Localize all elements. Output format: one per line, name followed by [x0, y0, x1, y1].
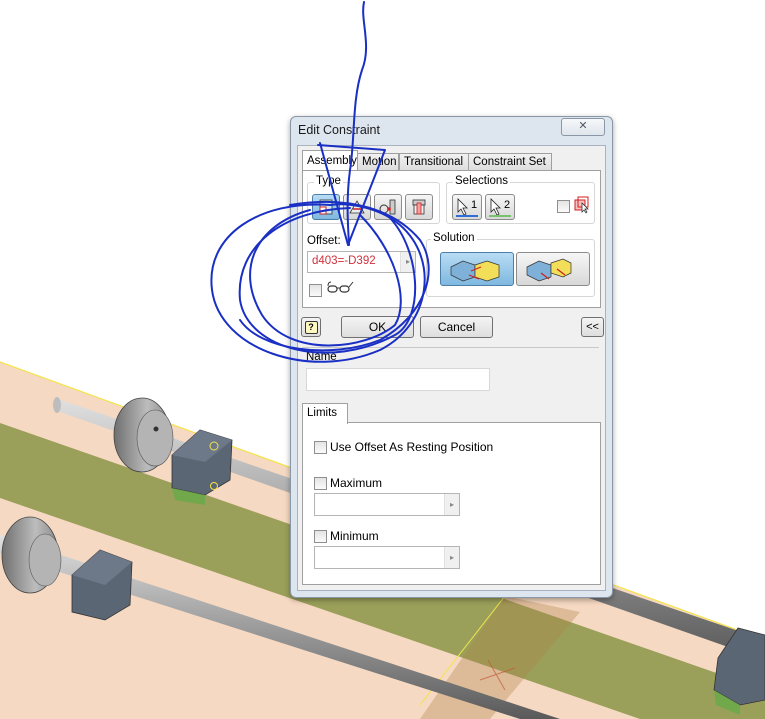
cancel-button[interactable]: Cancel — [420, 316, 493, 338]
collapse-more-button[interactable]: << — [581, 317, 604, 337]
selection-2-button[interactable]: 2 — [485, 194, 515, 220]
offset-input[interactable]: d403=-D392 ▸ — [307, 251, 416, 273]
flush-solution-icon — [526, 258, 572, 282]
insert-type-button[interactable] — [405, 194, 433, 220]
pick-part-first-checkbox[interactable] — [557, 200, 570, 213]
solution-group-label: Solution — [431, 232, 477, 244]
minimum-dropdown-arrow[interactable]: ▸ — [444, 547, 459, 568]
minimum-input[interactable]: ▸ — [314, 546, 460, 569]
maximum-checkbox[interactable] — [314, 477, 327, 490]
dialog-title: Edit Constraint — [298, 123, 380, 137]
use-offset-resting-label: Use Offset As Resting Position — [330, 440, 494, 454]
mate-icon — [319, 199, 333, 215]
edit-constraint-dialog: Edit Constraint ✕ Assembly Motion Transi… — [290, 116, 613, 598]
separator — [302, 347, 599, 348]
type-group-label: Type — [314, 175, 343, 187]
mate-solution-icon — [450, 260, 500, 282]
flush-solution-button[interactable] — [516, 252, 590, 286]
maximum-input[interactable]: ▸ — [314, 493, 460, 516]
close-button[interactable]: ✕ — [561, 118, 605, 136]
selections-group: Selections 1 2 — [446, 175, 595, 224]
mate-solution-button[interactable] — [440, 252, 514, 286]
solution-group: Solution — [426, 232, 595, 297]
selection-1-button[interactable]: 1 — [452, 194, 482, 220]
help-button[interactable]: ? — [301, 317, 321, 337]
selection-1-color-bar — [456, 215, 478, 217]
maximum-label: Maximum — [330, 476, 383, 490]
limits-panel: Use Offset As Resting Position Maximum ▸… — [302, 422, 601, 585]
angle-icon — [349, 200, 365, 214]
selection-1-label: 1 — [471, 199, 478, 211]
selection-2-color-bar — [489, 215, 511, 217]
help-icon: ? — [304, 321, 318, 334]
ok-button[interactable]: OK — [341, 316, 414, 338]
tab-limits[interactable]: Limits — [302, 403, 348, 424]
minimum-checkbox[interactable] — [314, 530, 327, 543]
insert-icon — [412, 199, 426, 215]
tangent-icon — [379, 199, 396, 215]
tangent-type-button[interactable] — [374, 194, 402, 220]
name-input[interactable] — [306, 368, 490, 391]
name-label: Name — [306, 351, 337, 363]
dialog-body: Assembly Motion Transitional Constraint … — [297, 145, 606, 591]
pick-part-first-icon — [574, 196, 589, 214]
maximum-dropdown-arrow[interactable]: ▸ — [444, 494, 459, 515]
angle-type-button[interactable] — [343, 194, 371, 220]
use-offset-resting-checkbox[interactable] — [314, 441, 327, 454]
selections-group-label: Selections — [453, 175, 511, 187]
mate-type-button[interactable] — [312, 194, 340, 220]
glasses-preview-icon — [327, 281, 354, 293]
tab-assembly[interactable]: Assembly — [302, 150, 358, 172]
assembly-tab-panel: Type Selections 1 2 Offset: d403=-D392 ▸… — [302, 170, 601, 308]
upper-wheel[interactable] — [113, 397, 174, 473]
type-group: Type — [307, 175, 440, 224]
close-icon: ✕ — [578, 120, 588, 132]
minimum-label: Minimum — [330, 529, 379, 543]
offset-label: Offset: — [307, 235, 341, 247]
selection-2-label: 2 — [504, 199, 511, 211]
offset-value: d403=-D392 — [312, 255, 376, 267]
offset-dropdown-arrow[interactable]: ▸ — [400, 252, 415, 272]
preview-checkbox[interactable] — [309, 284, 322, 297]
